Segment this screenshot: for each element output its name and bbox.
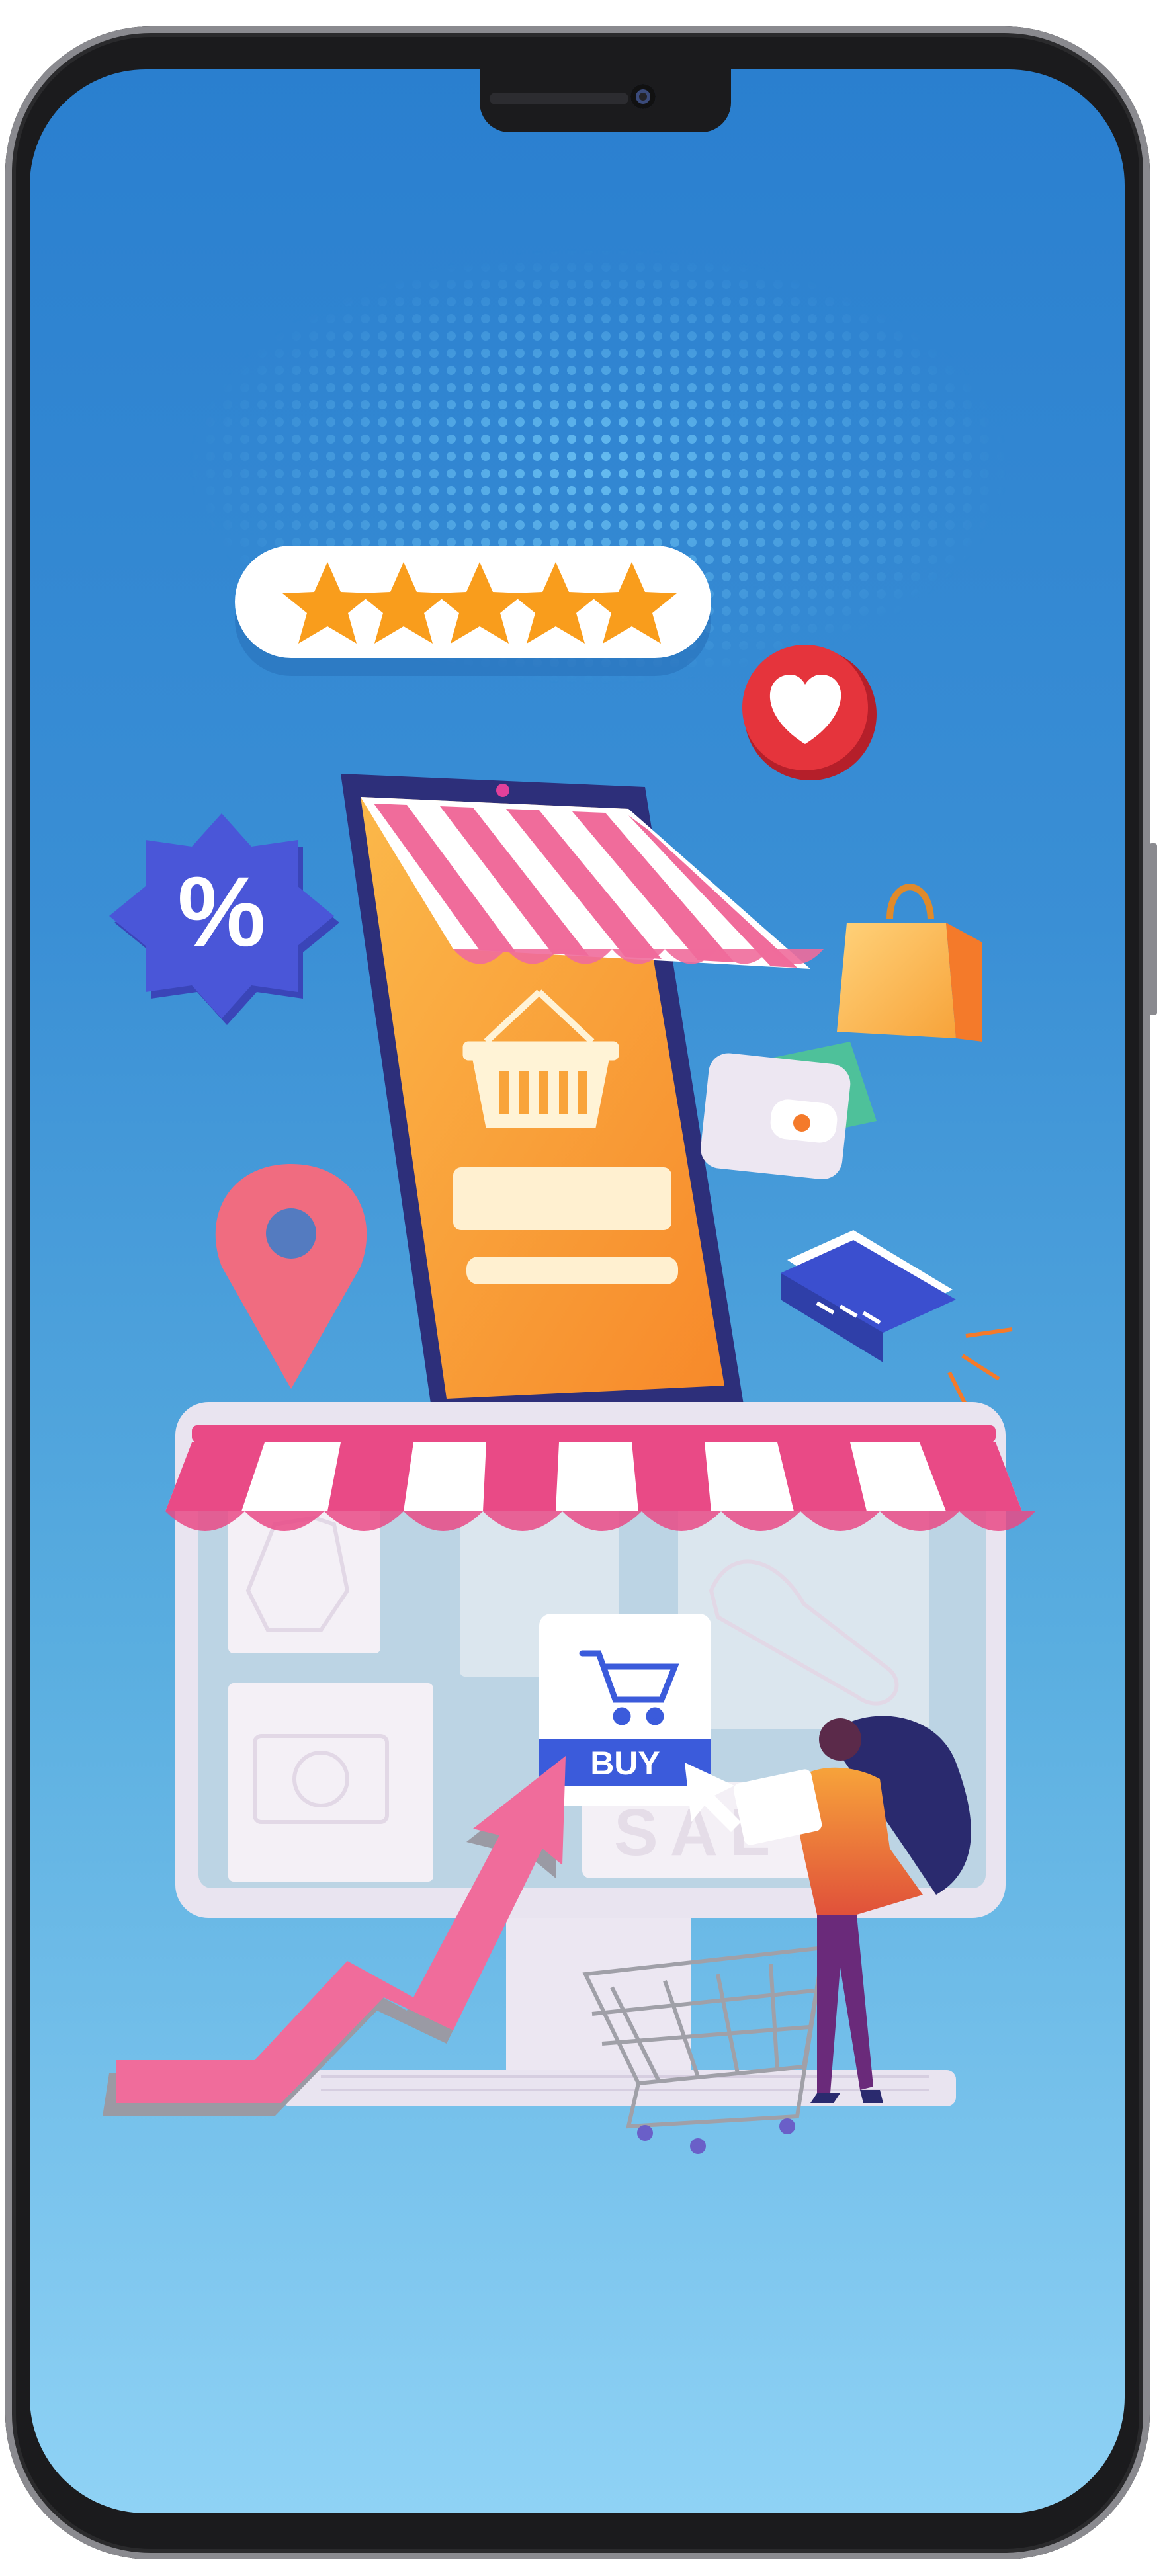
discount-badge: % bbox=[109, 813, 339, 1025]
credit-card-icon bbox=[781, 1230, 1013, 1413]
speaker-grille bbox=[490, 93, 628, 104]
screen-field bbox=[466, 1257, 678, 1284]
buy-button-label: BUY bbox=[590, 1745, 660, 1782]
shopping-illustration: % SAL BUY bbox=[103, 228, 1035, 2154]
front-camera bbox=[630, 84, 656, 109]
phone-screen: % SAL BUY bbox=[30, 69, 1125, 2513]
wallet-icon bbox=[701, 1042, 877, 1180]
discount-badge-label: % bbox=[177, 856, 265, 967]
screen-field bbox=[453, 1167, 671, 1230]
side-button bbox=[1149, 843, 1157, 1015]
location-pin-icon bbox=[215, 1164, 367, 1389]
shopping-bag-icon bbox=[837, 884, 982, 1042]
rating-pill bbox=[235, 546, 711, 676]
